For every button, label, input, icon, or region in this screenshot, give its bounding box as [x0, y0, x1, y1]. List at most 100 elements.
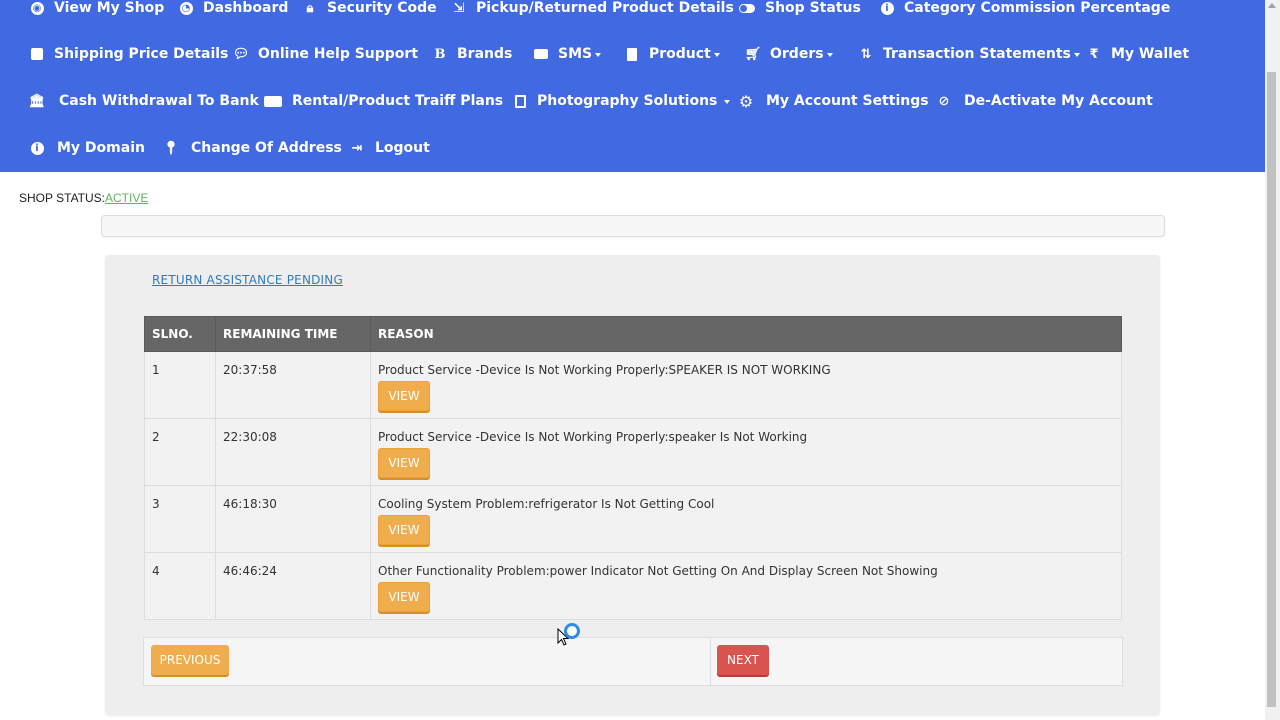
- cell-remaining-time: 46:46:24: [215, 552, 371, 620]
- nav-pickup-returned[interactable]: ⇲ Pickup/Returned Product Details: [451, 0, 734, 16]
- lock-icon: 🔒︎: [306, 0, 314, 16]
- nav-label: My Domain: [57, 140, 145, 156]
- nav-sms[interactable]: SMS: [533, 46, 602, 62]
- shop-status-value[interactable]: ACTIVE: [105, 191, 148, 205]
- sign-out-icon: ⇥: [351, 140, 363, 156]
- nav-online-help[interactable]: 💬︎ Online Help Support: [233, 46, 418, 62]
- nav-account-settings[interactable]: ⚙ My Account Settings: [738, 91, 929, 111]
- info-icon: i: [29, 140, 45, 156]
- nav-shop-status[interactable]: Shop Status: [738, 0, 861, 16]
- toggle-icon: [738, 0, 756, 16]
- return-icon: ⇲: [453, 0, 465, 16]
- nav-label: My Wallet: [1111, 46, 1190, 62]
- cell-remaining-time: 22:30:08: [215, 418, 371, 486]
- nav-category-commission[interactable]: i Category Commission Percentage: [879, 0, 1170, 16]
- nav-label: Online Help Support: [258, 46, 419, 62]
- table-row: 1 20:37:58 Product Service -Device Is No…: [144, 351, 1122, 419]
- nav-dashboard[interactable]: ◔ Dashboard: [178, 0, 288, 16]
- reason-text: Cooling System Problem:refrigerator Is N…: [378, 497, 715, 511]
- header-remaining-time: REMAINING TIME: [215, 316, 371, 352]
- nav-orders[interactable]: 🛒︎ Orders: [745, 46, 833, 62]
- bold-b-icon: B: [434, 46, 446, 62]
- nav-my-wallet[interactable]: ₹ My Wallet: [1086, 46, 1189, 62]
- cell-reason: Product Service -Device Is Not Working P…: [370, 418, 1122, 486]
- dashboard-icon: ◔: [178, 0, 194, 16]
- nav-label: Photography Solutions: [537, 93, 718, 109]
- bank-icon: 🏛︎: [28, 93, 46, 109]
- nav-label: Change Of Address: [191, 140, 342, 156]
- next-button[interactable]: NEXT: [717, 645, 769, 675]
- empty-panel: [101, 215, 1165, 237]
- nav-label: Shipping Price Details: [54, 46, 229, 62]
- nav-label: Security Code: [327, 0, 437, 16]
- nav-deactivate[interactable]: ⊘ De-Activate My Account: [936, 93, 1153, 109]
- header-slno: SLNO.: [144, 316, 216, 352]
- nav-label: Dashboard: [203, 0, 289, 16]
- cell-remaining-time: 46:18:30: [215, 485, 371, 553]
- loading-spinner-icon: [564, 623, 580, 639]
- nav-my-domain[interactable]: i My Domain: [29, 140, 145, 156]
- nav-product[interactable]: Product: [624, 46, 720, 62]
- nav-label: Shop Status: [765, 0, 861, 16]
- map-marker-icon: 📍︎: [162, 140, 180, 156]
- nav-label: Category Commission Percentage: [904, 0, 1171, 16]
- nav-brands[interactable]: B Brands: [432, 46, 513, 62]
- file-icon: [624, 46, 640, 62]
- reason-text: Product Service -Device Is Not Working P…: [378, 430, 808, 444]
- table-row: 2 22:30:08 Product Service -Device Is No…: [144, 418, 1122, 486]
- nav-view-my-shop[interactable]: ◉ View My Shop: [29, 0, 164, 16]
- nav-label: Product: [649, 46, 711, 62]
- shop-status: SHOP STATUS:ACTIVE: [19, 191, 148, 205]
- nav-label: SMS: [558, 46, 593, 62]
- nav-cash-withdrawal[interactable]: 🏛︎ Cash Withdrawal To Bank: [29, 93, 259, 109]
- pagination-bar: [143, 637, 1123, 686]
- nav-label: De-Activate My Account: [964, 93, 1153, 109]
- chat-icon: 💬︎: [232, 46, 250, 62]
- caret-down-icon: [595, 53, 602, 57]
- cell-reason: Product Service -Device Is Not Working P…: [370, 351, 1122, 419]
- nav-transaction-statements[interactable]: ⇅ Transaction Statements: [858, 46, 1080, 62]
- reason-text: Product Service -Device Is Not Working P…: [378, 363, 831, 377]
- nav-shipping-price[interactable]: Shipping Price Details: [29, 46, 228, 62]
- section-title-link[interactable]: RETURN ASSISTANCE PENDING: [152, 273, 343, 287]
- header-reason: REASON: [370, 316, 1122, 352]
- view-button[interactable]: VIEW: [378, 448, 430, 478]
- returns-table: SLNO. REMAINING TIME REASON 1 20:37:58 P…: [144, 316, 1122, 620]
- cell-reason: Cooling System Problem:refrigerator Is N…: [370, 485, 1122, 553]
- nav-label: Pickup/Returned Product Details: [476, 0, 734, 16]
- scrollbar-thumb[interactable]: [1267, 72, 1276, 707]
- ban-icon: ⊘: [938, 93, 950, 109]
- view-button[interactable]: VIEW: [378, 515, 430, 545]
- nav-label: Logout: [375, 140, 430, 156]
- table-header-row: SLNO. REMAINING TIME REASON: [144, 316, 1122, 352]
- cell-slno: 4: [144, 552, 216, 620]
- shop-status-label: SHOP STATUS:: [19, 191, 106, 205]
- cell-reason: Other Functionality Problem:power Indica…: [370, 552, 1122, 620]
- sort-icon: ⇅: [860, 46, 872, 62]
- nav-security-code[interactable]: 🔒︎ Security Code: [302, 0, 437, 16]
- nav-label: Transaction Statements: [883, 46, 1071, 62]
- nav-label: Brands: [457, 46, 513, 62]
- nav-logout[interactable]: ⇥ Logout: [349, 140, 430, 156]
- caret-down-icon: [724, 100, 731, 104]
- view-button[interactable]: VIEW: [378, 582, 430, 612]
- cell-slno: 2: [144, 418, 216, 486]
- view-button[interactable]: VIEW: [378, 381, 430, 411]
- top-navigation: ◉ View My Shop ◔ Dashboard 🔒︎ Security C…: [0, 0, 1265, 172]
- nav-photography[interactable]: Photography Solutions: [512, 93, 731, 109]
- image-file-icon: [512, 93, 528, 109]
- credit-card-icon: [263, 93, 283, 109]
- cell-slno: 1: [144, 351, 216, 419]
- nav-label: Orders: [770, 46, 824, 62]
- gear-icon: ⚙: [738, 91, 754, 111]
- previous-button[interactable]: PREVIOUS: [151, 645, 229, 675]
- nav-label: Cash Withdrawal To Bank: [59, 93, 259, 109]
- scroll-up-arrow-icon[interactable]: [1268, 3, 1276, 8]
- nav-change-address[interactable]: 📍︎ Change Of Address: [163, 140, 342, 156]
- globe-icon: ◉: [29, 0, 45, 16]
- caret-down-icon: [1073, 53, 1080, 57]
- nav-rental-plans[interactable]: Rental/Product Traiff Plans: [263, 93, 503, 109]
- caret-down-icon: [713, 53, 720, 57]
- cell-slno: 3: [144, 485, 216, 553]
- nav-label: View My Shop: [54, 0, 165, 16]
